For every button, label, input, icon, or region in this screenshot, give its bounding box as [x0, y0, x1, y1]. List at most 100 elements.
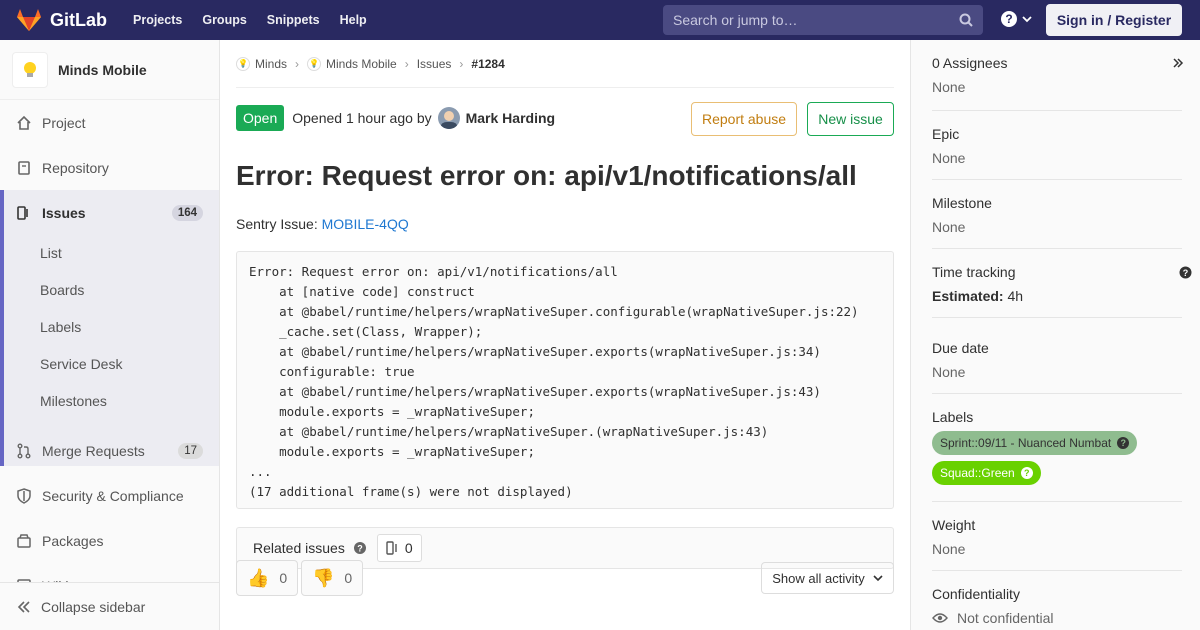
assignees-title: 0 Assignees [932, 55, 1008, 71]
eye-icon [932, 613, 948, 623]
assignees-block[interactable]: 0 Assignees None [932, 55, 1182, 111]
subnav-list[interactable]: List [40, 245, 62, 261]
label-squad[interactable]: Squad::Green ? [932, 461, 1041, 485]
code-line: at @babel/runtime/helpers/wrapNativeSupe… [249, 304, 859, 319]
sidebar-item-repository[interactable]: Repository [0, 145, 219, 190]
status-badge: Open [236, 105, 285, 131]
avatar[interactable] [437, 107, 460, 129]
search-input[interactable]: Search or jump to… [663, 5, 983, 35]
related-count-value: 0 [404, 540, 413, 556]
code-line: (17 additional frame(s) were not display… [249, 484, 573, 499]
breadcrumb-minds[interactable]: 💡 Minds [236, 56, 287, 71]
code-line: ... [249, 464, 272, 479]
subnav-labels[interactable]: Labels [40, 319, 81, 335]
sidebar-item-issues[interactable]: Issues 164 [0, 190, 219, 235]
svg-text:?: ? [1183, 268, 1189, 278]
time-tracking-block[interactable]: Time tracking ? Estimated: 4h [932, 264, 1192, 318]
top-navbar: GitLab Projects Groups Snippets Help Sea… [0, 0, 1200, 40]
code-line: _cache.set(Class, Wrapper); [249, 324, 483, 339]
sidebar-item-label: Packages [42, 532, 104, 549]
weight-block[interactable]: Weight None [932, 517, 1182, 571]
subnav-milestones[interactable]: Milestones [40, 393, 107, 409]
epic-block[interactable]: Epic None [932, 126, 1182, 180]
breadcrumb-separator: › [295, 56, 300, 71]
sidebar-item-security[interactable]: Security & Compliance [0, 473, 219, 518]
help-dropdown[interactable]: ? [1000, 10, 1033, 28]
collapse-sidebar-button[interactable]: Collapse sidebar [0, 582, 219, 630]
code-line: Error: Request error on: api/v1/notifica… [249, 264, 618, 279]
thumbs-up-count: 0 [279, 570, 288, 586]
related-issues-count[interactable]: 0 [376, 534, 422, 562]
sidebar-item-merge-requests[interactable]: Merge Requests 17 [0, 428, 219, 473]
sidebar-item-label: Repository [42, 159, 109, 176]
brand-name: GitLab [50, 9, 107, 30]
issue-main: 💡 Minds › 💡 Minds Mobile › Issues › #128… [236, 40, 894, 569]
new-issue-button[interactable]: New issue [807, 102, 894, 136]
report-abuse-button[interactable]: Report abuse [691, 102, 797, 136]
breadcrumb-issues[interactable]: Issues [417, 57, 452, 71]
assignees-value: None [932, 79, 966, 95]
search-placeholder: Search or jump to… [673, 12, 798, 28]
sidebar-item-label: Merge Requests [42, 442, 145, 459]
due-date-title: Due date [932, 340, 989, 356]
package-icon [16, 533, 32, 549]
sentry-issue-link[interactable]: MOBILE-4QQ [322, 216, 409, 232]
issues-icon [16, 205, 32, 221]
issues-icon [386, 541, 397, 555]
nav-snippets[interactable]: Snippets [267, 13, 320, 27]
lightbulb-icon [24, 61, 36, 77]
code-line: at @babel/runtime/helpers/wrapNativeSupe… [249, 424, 769, 439]
gitlab-home-link[interactable]: GitLab [16, 8, 107, 32]
labels-block[interactable]: Labels Sprint::09/11 - Nuanced Numbat ? … [932, 409, 1182, 502]
question-circle-icon: ? [1001, 11, 1017, 27]
chevron-down-icon [873, 575, 883, 582]
nav-help[interactable]: Help [340, 13, 367, 27]
sidebar-item-label: Project [42, 114, 86, 131]
breadcrumb-issue-number[interactable]: #1284 [471, 57, 504, 71]
confidentiality-value: Not confidential [957, 610, 1054, 626]
breadcrumb-separator: › [404, 56, 409, 71]
thumbs-up-icon: 👍 [247, 567, 270, 588]
nav-groups[interactable]: Groups [202, 13, 246, 27]
subnav-boards[interactable]: Boards [40, 282, 84, 298]
label-sprint[interactable]: Sprint::09/11 - Nuanced Numbat ? [932, 431, 1138, 455]
breadcrumb-separator: › [459, 56, 464, 71]
code-line: at @babel/runtime/helpers/wrapNativeSupe… [249, 344, 821, 359]
mr-count-badge: 17 [178, 442, 203, 459]
label-text: Sprint::09/11 - Nuanced Numbat [940, 436, 1112, 450]
question-circle-icon[interactable]: ? [1179, 266, 1192, 279]
milestone-block[interactable]: Milestone None [932, 195, 1182, 249]
shield-icon [16, 487, 32, 504]
weight-title: Weight [932, 517, 976, 533]
activity-filter-dropdown[interactable]: Show all activity [761, 562, 894, 594]
sentry-line: Sentry Issue: MOBILE-4QQ [236, 216, 409, 232]
breadcrumb-minds-mobile[interactable]: 💡 Minds Mobile [307, 56, 397, 71]
due-date-block[interactable]: Due date None [932, 340, 1182, 394]
code-line: module.exports = _wrapNativeSuper; [249, 444, 535, 459]
confidentiality-block[interactable]: Confidentiality Not confidential [932, 586, 1182, 630]
nav-projects[interactable]: Projects [133, 13, 182, 27]
confidentiality-line: Not confidential [932, 610, 1182, 626]
sentry-prefix: Sentry Issue: [236, 216, 318, 232]
thumbs-up-button[interactable]: 👍 0 [236, 560, 299, 596]
chevron-down-icon [1022, 16, 1032, 23]
question-circle-icon[interactable]: ? [353, 541, 367, 555]
question-circle-icon: ? [1020, 467, 1033, 479]
sign-in-button[interactable]: Sign in / Register [1046, 4, 1182, 36]
stack-trace-code: Error: Request error on: api/v1/notifica… [236, 251, 894, 509]
merge-request-icon [16, 443, 32, 459]
sidebar-item-packages[interactable]: Packages [0, 518, 219, 563]
project-header[interactable]: Minds Mobile [0, 40, 219, 100]
code-line: configurable: true [249, 364, 415, 379]
estimated-value: 4h [1007, 288, 1024, 304]
sidebar-item-project[interactable]: Project [0, 100, 219, 145]
issue-status-row: Open Opened 1 hour ago by Mark Harding R… [236, 102, 894, 136]
sidebar-item-label: Security & Compliance [42, 487, 184, 504]
estimated-label: Estimated: [932, 288, 1004, 304]
subnav-service-desk[interactable]: Service Desk [40, 356, 122, 372]
thumbs-down-button[interactable]: 👎 0 [301, 560, 364, 596]
svg-text:?: ? [1005, 12, 1012, 26]
search-icon [959, 13, 973, 27]
lightbulb-icon: 💡 [307, 56, 322, 71]
author-name[interactable]: Mark Harding [466, 110, 555, 126]
